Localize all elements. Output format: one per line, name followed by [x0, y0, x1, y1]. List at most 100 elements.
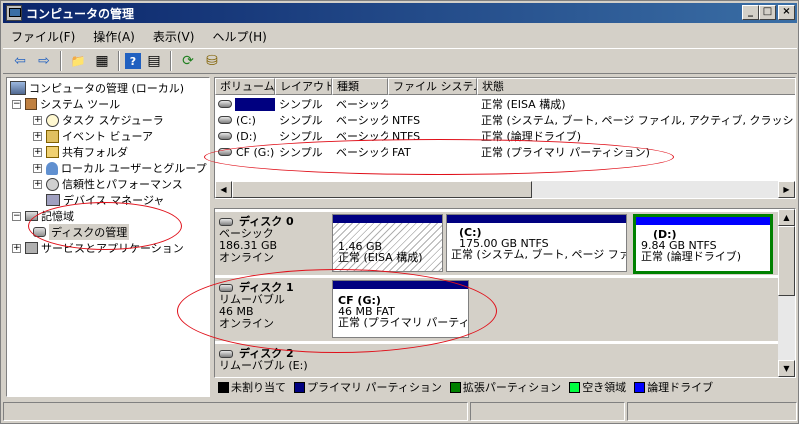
back-arrow-icon[interactable]: ⇦	[9, 51, 31, 71]
expand-icon[interactable]: +	[33, 115, 42, 125]
tree-item-shared-folders[interactable]: + 共有フォルダ	[33, 144, 128, 160]
column-header-type[interactable]: 種類	[332, 78, 388, 95]
tree-label-disk-management: ディスクの管理	[49, 224, 130, 240]
close-button[interactable]: ×	[778, 5, 795, 20]
table-row[interactable]: (C:) シンプル ベーシック NTFS 正常 (システム, ブート, ページ …	[215, 112, 795, 128]
legend-primary: プライマリ パーティション	[294, 379, 442, 395]
computer-icon	[10, 81, 26, 95]
vertical-scrollbar[interactable]: ▲ ▼	[778, 209, 795, 377]
cell-layout: シンプル	[279, 98, 323, 111]
minimize-button[interactable]: _	[742, 5, 759, 20]
collapse-icon[interactable]: −	[12, 211, 21, 221]
menu-file[interactable]: ファイル(F)	[3, 28, 85, 45]
tree-label-storage: 記憶域	[41, 210, 74, 223]
disk-info-2: ディスク 2 リムーバブル (E:)	[219, 348, 329, 372]
disk-state: オンライン	[219, 317, 274, 330]
partition-c[interactable]: (C:) 175.00 GB NTFS 正常 (システム, ブート, ページ フ…	[446, 214, 627, 272]
table-row[interactable]: (D:) シンプル ベーシック NTFS 正常 (論理ドライブ)	[215, 128, 795, 144]
title-bar[interactable]: コンピュータの管理 _ □ ×	[3, 3, 797, 23]
tree-item-storage[interactable]: − 記憶域	[12, 208, 74, 224]
partition-eisa[interactable]: 1.46 GB 正常 (EISA 構成)	[332, 214, 443, 272]
tree-label-system-tools: システム ツール	[40, 98, 121, 111]
disk-row-2[interactable]: ディスク 2 リムーバブル (E:)	[215, 344, 779, 377]
logical-drive-bar	[636, 217, 770, 225]
tree-item-device-manager[interactable]: デバイス マネージャ	[46, 192, 164, 208]
expand-icon[interactable]: +	[33, 163, 42, 173]
partition-status: 正常 (EISA 構成)	[338, 251, 423, 264]
expand-icon[interactable]: +	[12, 243, 21, 253]
performance-icon	[46, 177, 59, 191]
disk-graphical-view: ディスク 0 ベーシック 186.31 GB オンライン 1.46 GB 正常 …	[214, 208, 796, 378]
tree-item-reliability[interactable]: + 信頼性とパフォーマンス	[33, 176, 183, 192]
partition-status: 正常 (論理ドライブ)	[641, 250, 742, 263]
volume-icon	[218, 132, 232, 140]
scroll-right-icon[interactable]: ▶	[778, 181, 795, 198]
cell-status: 正常 (EISA 構成)	[481, 98, 566, 111]
tree-label-shared-folders: 共有フォルダ	[62, 146, 128, 159]
collapse-icon[interactable]: −	[12, 99, 21, 109]
horizontal-scrollbar[interactable]: ◀ ▶	[215, 181, 795, 198]
users-icon	[46, 161, 58, 175]
cell-type: ベーシック	[336, 98, 388, 111]
column-header-filesystem[interactable]: ファイル システム	[388, 78, 477, 95]
tree-item-system-tools[interactable]: − システム ツール	[12, 96, 120, 112]
export-icon[interactable]: ⛁	[201, 51, 223, 71]
tree-label-root: コンピュータの管理 (ローカル)	[29, 82, 185, 95]
table-row[interactable]: シンプル ベーシック 正常 (EISA 構成)	[215, 96, 795, 112]
console-tree: コンピュータの管理 (ローカル) − システム ツール + タスク スケジューラ…	[6, 77, 210, 397]
maximize-button[interactable]: □	[759, 5, 776, 20]
storage-icon	[25, 211, 38, 221]
column-header-status[interactable]: 状態	[477, 78, 795, 95]
legend-label: 論理ドライブ	[647, 381, 714, 394]
scrollbar-thumb[interactable]	[778, 226, 795, 296]
expand-icon[interactable]: +	[33, 179, 42, 189]
scroll-left-icon[interactable]: ◀	[215, 181, 232, 198]
scrollbar-thumb[interactable]	[232, 181, 532, 198]
volume-list-header: ボリューム レイアウト 種類 ファイル システム 状態	[215, 78, 795, 95]
tree-item-root[interactable]: コンピュータの管理 (ローカル)	[10, 80, 184, 96]
menu-help[interactable]: ヘルプ(H)	[204, 28, 276, 45]
disk-kind: リムーバブル (E:)	[219, 359, 308, 372]
menu-action[interactable]: 操作(A)	[85, 28, 145, 45]
cell-filesystem: NTFS	[392, 113, 421, 127]
legend-label: 空き領域	[582, 381, 627, 394]
toolbar-separator	[60, 51, 62, 71]
expand-icon[interactable]: +	[33, 131, 42, 141]
tree-item-services-apps[interactable]: + サービスとアプリケーション	[12, 240, 184, 256]
properties-icon[interactable]: ▤	[143, 51, 165, 71]
legend-extended: 拡張パーティション	[449, 379, 562, 395]
cell-layout: シンプル	[279, 146, 323, 159]
toolbar-separator	[170, 51, 172, 71]
disk-info-1: ディスク 1 リムーバブル 46 MB オンライン	[219, 282, 329, 330]
forward-arrow-icon[interactable]: ⇨	[33, 51, 55, 71]
table-row[interactable]: CF (G:) シンプル ベーシック FAT 正常 (プライマリ パーティション…	[215, 144, 795, 160]
scroll-up-icon[interactable]: ▲	[778, 209, 795, 226]
expand-icon[interactable]: +	[33, 147, 42, 157]
tree-item-event-viewer[interactable]: + イベント ビューア	[33, 128, 153, 144]
tree-label-local-users: ローカル ユーザーとグループ	[61, 162, 207, 175]
partition-d[interactable]: (D:) 9.84 GB NTFS 正常 (論理ドライブ)	[633, 214, 773, 274]
help-icon[interactable]: ?	[125, 53, 141, 69]
folder-up-icon[interactable]: 📁	[67, 51, 89, 71]
tree-item-local-users[interactable]: + ローカル ユーザーとグループ	[33, 160, 207, 176]
primary-partition-bar	[333, 215, 442, 223]
scroll-down-icon[interactable]: ▼	[778, 360, 795, 377]
menu-bar: ファイル(F) 操作(A) 表示(V) ヘルプ(H)	[3, 25, 797, 47]
swatch-extended	[449, 381, 461, 393]
show-hide-tree-icon[interactable]: ▦	[91, 51, 113, 71]
cell-layout: シンプル	[279, 114, 323, 127]
column-header-volume[interactable]: ボリューム	[215, 78, 275, 95]
partition-g[interactable]: CF (G:) 46 MB FAT 正常 (プライマリ パーティシ	[332, 280, 469, 338]
status-panel	[627, 402, 797, 421]
disk-row-1[interactable]: ディスク 1 リムーバブル 46 MB オンライン CF (G:) 46 MB …	[215, 278, 779, 342]
tree-item-task-scheduler[interactable]: + タスク スケジューラ	[33, 112, 164, 128]
swatch-unallocated	[218, 381, 229, 393]
tree-item-disk-management[interactable]: ディスクの管理	[33, 224, 130, 240]
legend-free: 空き領域	[569, 379, 626, 395]
refresh-icon[interactable]: ⟳	[177, 51, 199, 71]
legend-label: プライマリ パーティション	[307, 381, 442, 394]
disk-row-0[interactable]: ディスク 0 ベーシック 186.31 GB オンライン 1.46 GB 正常 …	[215, 212, 779, 276]
menu-view[interactable]: 表示(V)	[145, 28, 205, 45]
legend-label: 拡張パーティション	[462, 381, 562, 394]
column-header-layout[interactable]: レイアウト	[275, 78, 332, 95]
